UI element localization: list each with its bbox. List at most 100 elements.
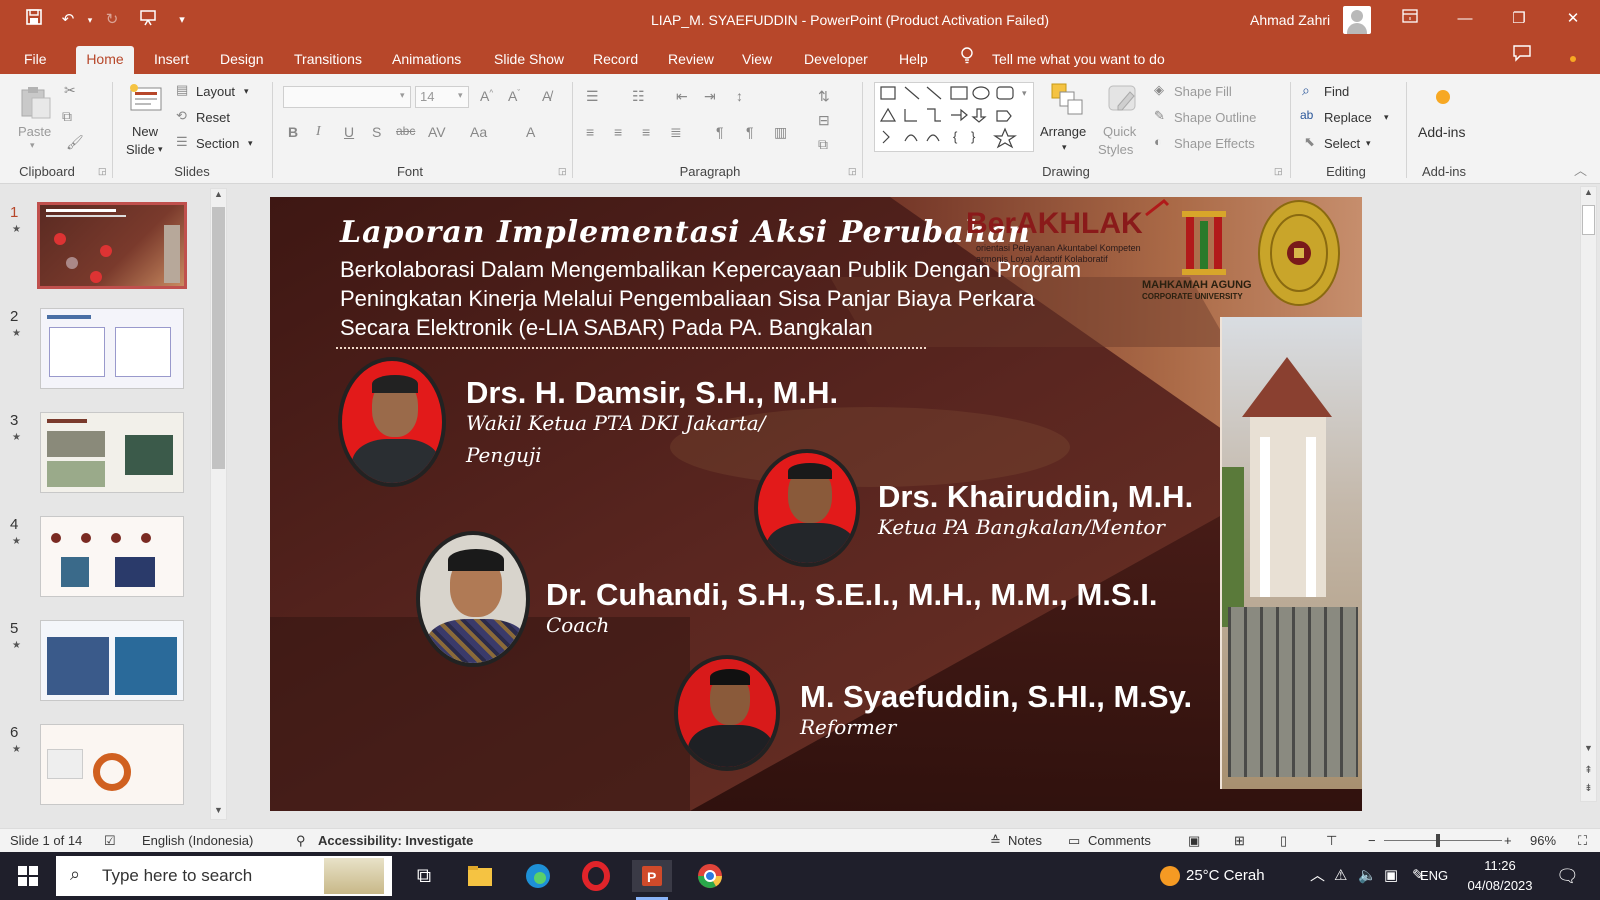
align-left-icon[interactable]: ≡ xyxy=(586,124,594,140)
line-spacing-icon[interactable]: ↕ xyxy=(736,88,743,104)
weather-text[interactable]: 25°C Cerah xyxy=(1186,852,1265,900)
tab-review[interactable]: Review xyxy=(662,46,720,74)
format-painter-icon[interactable]: 🖌 xyxy=(66,134,84,151)
tell-me-search[interactable]: Tell me what you want to do xyxy=(992,46,1165,72)
select-dropdown-icon[interactable]: ▾ xyxy=(1366,138,1371,149)
replace-dropdown-icon[interactable]: ▾ xyxy=(1384,112,1389,123)
normal-view-icon[interactable]: ▣ xyxy=(1188,833,1200,849)
rtl-icon[interactable]: ¶ xyxy=(746,124,754,140)
taskbar-search[interactable]: ⌕ Type here to search xyxy=(56,856,392,896)
volume-icon[interactable]: 🔈 xyxy=(1358,852,1377,900)
cut-icon[interactable]: ✂ xyxy=(64,82,76,99)
slide-counter[interactable]: Slide 1 of 14 xyxy=(10,833,82,848)
columns-icon[interactable]: ▥ xyxy=(774,124,787,141)
increase-font-icon[interactable]: A^ xyxy=(480,88,493,104)
find-button[interactable]: Find xyxy=(1324,84,1349,99)
comments-button[interactable]: Comments xyxy=(1088,833,1151,848)
previous-slide-icon[interactable]: ⇞ xyxy=(1581,765,1596,779)
quick-styles-label-2[interactable]: Styles xyxy=(1098,142,1133,157)
scroll-thumb[interactable] xyxy=(1582,205,1595,235)
scroll-up-icon[interactable]: ▲ xyxy=(1581,187,1596,201)
person-name[interactable]: Drs. H. Damsir, S.H., M.H. xyxy=(466,375,838,411)
notification-center-icon[interactable]: 🗨 xyxy=(1556,852,1579,900)
reading-view-icon[interactable]: ▯ xyxy=(1280,833,1287,849)
collapse-ribbon-icon[interactable]: ︿ xyxy=(1574,160,1587,179)
clipboard-launcher-icon[interactable]: ◲ xyxy=(98,166,107,177)
justify-icon[interactable]: ≣ xyxy=(670,124,682,141)
numbering-icon[interactable]: ☷ xyxy=(632,88,645,105)
clock-time[interactable]: 11:26 xyxy=(1466,858,1534,873)
paragraph-launcher-icon[interactable]: ◲ xyxy=(848,166,857,177)
notes-icon[interactable]: ≙ xyxy=(990,833,1001,849)
slide-thumbnail[interactable] xyxy=(40,724,184,805)
shapes-more-icon[interactable]: ▾ xyxy=(1022,88,1027,99)
avatar[interactable] xyxy=(1343,6,1371,34)
font-size-dropdown-icon[interactable]: ▾ xyxy=(458,90,463,101)
new-slide-dropdown-icon[interactable]: ▾ xyxy=(158,144,163,155)
tab-home[interactable]: Home xyxy=(76,46,134,74)
layout-dropdown-icon[interactable]: ▾ xyxy=(244,86,249,97)
add-ins-button[interactable]: Add-ins xyxy=(1418,124,1465,140)
text-shadow-icon[interactable]: S xyxy=(372,124,381,140)
arrange-button[interactable]: Arrange xyxy=(1040,124,1086,139)
tab-view[interactable]: View xyxy=(736,46,778,74)
opera-icon[interactable] xyxy=(580,860,612,892)
new-slide-label[interactable]: New xyxy=(132,124,158,139)
text-direction-icon[interactable]: ⇅ xyxy=(818,88,830,105)
tab-help[interactable]: Help xyxy=(893,46,934,74)
bullets-icon[interactable]: ☰ xyxy=(586,88,599,105)
tab-file[interactable]: File xyxy=(18,46,53,74)
zoom-slider[interactable] xyxy=(1384,840,1502,841)
align-right-icon[interactable]: ≡ xyxy=(642,124,650,140)
arrange-dropdown-icon[interactable]: ▾ xyxy=(1062,142,1067,153)
language-indicator[interactable]: ENG xyxy=(1420,852,1448,900)
edge-icon[interactable] xyxy=(522,860,554,892)
select-button[interactable]: Select xyxy=(1324,136,1360,151)
chrome-icon[interactable] xyxy=(694,860,726,892)
tab-developer[interactable]: Developer xyxy=(798,46,874,74)
slide-title[interactable]: Laporan Implementasi Aksi Perubahan xyxy=(340,215,1031,250)
shape-effects-icon[interactable]: ◐ xyxy=(1154,134,1162,149)
next-slide-icon[interactable]: ⇟ xyxy=(1581,783,1596,797)
drawing-launcher-icon[interactable]: ◲ xyxy=(1274,166,1283,177)
slide-thumbnail[interactable] xyxy=(37,202,187,289)
notes-button[interactable]: Notes xyxy=(1008,833,1042,848)
person-name[interactable]: Dr. Cuhandi, S.H., S.E.I., M.H., M.M., M… xyxy=(546,577,1157,613)
tab-transitions[interactable]: Transitions xyxy=(288,46,368,74)
person-role[interactable]: Coach xyxy=(546,613,609,637)
scroll-thumb[interactable] xyxy=(212,207,225,469)
task-view-icon[interactable]: ⧉ xyxy=(408,860,440,892)
slideshow-view-icon[interactable]: ⊤ xyxy=(1326,833,1337,849)
person-role[interactable]: Penguji xyxy=(466,443,542,467)
minimize-button[interactable]: — xyxy=(1442,0,1488,40)
weather-icon[interactable] xyxy=(1160,866,1180,886)
replace-button[interactable]: Replace xyxy=(1324,110,1372,125)
font-launcher-icon[interactable]: ◲ xyxy=(558,166,567,177)
font-name-combo[interactable] xyxy=(283,86,411,108)
ltr-icon[interactable]: ¶ xyxy=(716,124,724,140)
align-text-icon[interactable]: ⊟ xyxy=(818,112,830,129)
bold-icon[interactable]: B xyxy=(288,124,298,140)
scroll-up-icon[interactable]: ▲ xyxy=(211,189,226,203)
editor-scrollbar[interactable]: ▲ ▼ ⇞ ⇟ xyxy=(1580,186,1597,802)
ribbon-display-icon[interactable] xyxy=(1387,0,1433,40)
network-icon[interactable]: ⚠ xyxy=(1334,852,1347,900)
shape-effects-button[interactable]: Shape Effects xyxy=(1174,136,1255,151)
slide-thumbnail[interactable] xyxy=(40,516,184,597)
person-role[interactable]: Wakil Ketua PTA DKI Jakarta/ xyxy=(466,411,765,435)
person-name[interactable]: M. Syaefuddin, S.HI., M.Sy. xyxy=(800,679,1192,715)
new-slide-icon[interactable] xyxy=(128,82,162,114)
person-role[interactable]: Ketua PA Bangkalan/Mentor xyxy=(878,515,1165,539)
section-button[interactable]: Section xyxy=(196,136,239,151)
underline-icon[interactable]: U xyxy=(344,124,354,140)
paste-icon[interactable] xyxy=(18,84,51,119)
decrease-indent-icon[interactable]: ⇤ xyxy=(676,88,688,105)
person-name[interactable]: Drs. Khairuddin, M.H. xyxy=(878,479,1193,515)
spelling-icon[interactable]: ☑ xyxy=(104,833,116,849)
tab-slide-show[interactable]: Slide Show xyxy=(488,46,570,74)
add-ins-icon[interactable] xyxy=(1436,90,1450,104)
scroll-down-icon[interactable]: ▼ xyxy=(1581,743,1596,757)
quick-styles-label[interactable]: Quick xyxy=(1103,124,1136,139)
font-name-dropdown-icon[interactable]: ▾ xyxy=(400,90,405,101)
shape-fill-button[interactable]: Shape Fill xyxy=(1174,84,1232,99)
